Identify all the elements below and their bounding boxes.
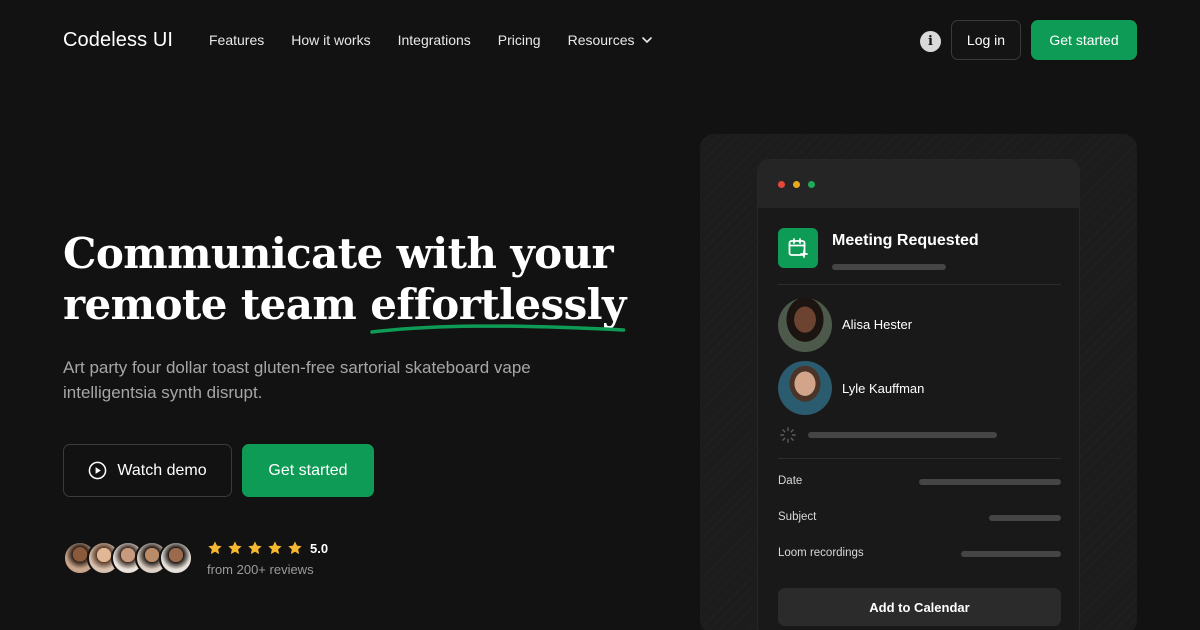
star-icon bbox=[248, 541, 262, 555]
star-rating: 5.0 bbox=[207, 538, 328, 558]
field-label-subject: Subject bbox=[778, 511, 817, 523]
spinner-icon bbox=[780, 427, 796, 443]
hero-title-highlight: effortlessly bbox=[370, 279, 626, 334]
window-titlebar bbox=[758, 160, 1079, 208]
person-name: Alisa Hester bbox=[842, 317, 913, 332]
top-nav: Codeless UI Features How it works Integr… bbox=[0, 0, 1200, 80]
placeholder-bar bbox=[989, 515, 1061, 521]
star-icon bbox=[208, 541, 222, 555]
underline-squiggle bbox=[370, 324, 626, 334]
nav-links: Features How it works Integrations Prici… bbox=[209, 32, 653, 48]
avatar bbox=[159, 541, 193, 575]
nav-link-pricing[interactable]: Pricing bbox=[498, 32, 541, 48]
star-icon bbox=[228, 541, 242, 555]
rating-score: 5.0 bbox=[310, 540, 329, 556]
nav-get-started-button[interactable]: Get started bbox=[1031, 20, 1137, 60]
placeholder-bar bbox=[961, 551, 1061, 557]
hero-get-started-button[interactable]: Get started bbox=[242, 444, 374, 497]
brand-logo[interactable]: Codeless UI bbox=[63, 29, 173, 52]
avatar-alisa bbox=[778, 298, 832, 352]
rating-block: 5.0 from 200+ reviews bbox=[207, 538, 328, 578]
nav-dropdown-resources[interactable]: Resources bbox=[568, 32, 653, 48]
calendar-plus-icon bbox=[778, 228, 818, 268]
field-label-loom: Loom recordings bbox=[778, 547, 864, 559]
hero-title-line2: remote team bbox=[63, 280, 371, 329]
watch-demo-label: Watch demo bbox=[117, 461, 207, 479]
placeholder-bar bbox=[919, 479, 1061, 485]
reviewer-avatars bbox=[63, 541, 193, 575]
card-title: Meeting Requested bbox=[832, 232, 979, 249]
info-icon[interactable]: i bbox=[920, 31, 941, 52]
login-button[interactable]: Log in bbox=[951, 20, 1021, 60]
divider bbox=[778, 284, 1061, 285]
nav-resources-label: Resources bbox=[567, 32, 635, 48]
hero-subtitle: Art party four dollar toast gluten-free … bbox=[63, 358, 531, 402]
nav-link-integrations[interactable]: Integrations bbox=[398, 32, 471, 48]
placeholder-bar bbox=[832, 264, 946, 270]
window-close-dot bbox=[778, 181, 785, 188]
play-icon bbox=[89, 461, 107, 480]
add-to-calendar-button[interactable]: Add to Calendar bbox=[778, 588, 1061, 626]
review-count: from 200+ reviews bbox=[207, 562, 314, 577]
nav-link-how-it-works[interactable]: How it works bbox=[291, 32, 370, 48]
divider bbox=[778, 458, 1061, 459]
placeholder-bar bbox=[808, 432, 997, 438]
hero-title: Communicate with your remote team effort… bbox=[63, 228, 643, 334]
window-minimize-dot bbox=[793, 181, 800, 188]
chevron-down-icon bbox=[641, 37, 652, 43]
avatar-lyle bbox=[778, 361, 832, 415]
hero-title-line1: Communicate with your bbox=[63, 229, 614, 278]
nav-link-features[interactable]: Features bbox=[209, 32, 264, 48]
window-maximize-dot bbox=[808, 181, 815, 188]
field-label-date: Date bbox=[778, 475, 803, 487]
star-icon bbox=[268, 541, 282, 555]
person-name: Lyle Kauffman bbox=[842, 381, 925, 396]
watch-demo-button[interactable]: Watch demo bbox=[63, 444, 232, 497]
meeting-card: Meeting Requested Alisa Hester Lyle Kauf… bbox=[757, 159, 1080, 630]
star-icon bbox=[288, 541, 302, 555]
